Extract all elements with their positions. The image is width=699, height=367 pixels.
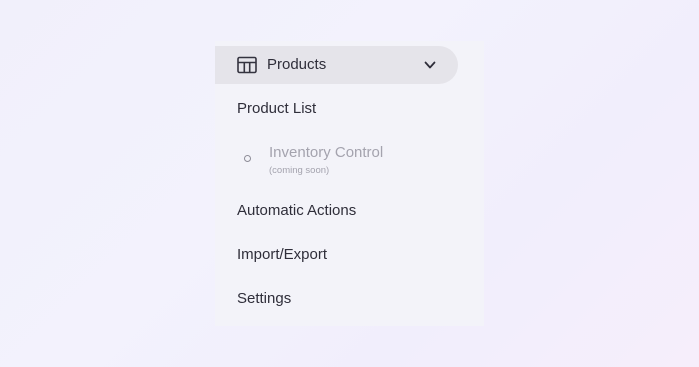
menu-item-automatic-actions[interactable]: Automatic Actions	[237, 202, 356, 219]
coming-soon-note: (coming soon)	[269, 165, 330, 176]
chevron-down-icon[interactable]	[423, 58, 437, 72]
menu-item-product-list[interactable]: Product List	[237, 100, 316, 117]
table-icon	[237, 56, 257, 74]
circle-icon	[244, 155, 251, 162]
menu-item-inventory-control-label: Inventory Control	[269, 144, 384, 161]
products-group-label: Products	[267, 56, 327, 73]
products-group-header[interactable]: Products	[215, 46, 458, 84]
menu-item-inventory-control: Inventory Control (coming soon)	[237, 144, 467, 180]
menu-item-import-export[interactable]: Import/Export	[237, 246, 327, 263]
products-menu-panel: Products Product List Inventory Control …	[215, 41, 484, 326]
menu-item-settings[interactable]: Settings	[237, 290, 291, 307]
